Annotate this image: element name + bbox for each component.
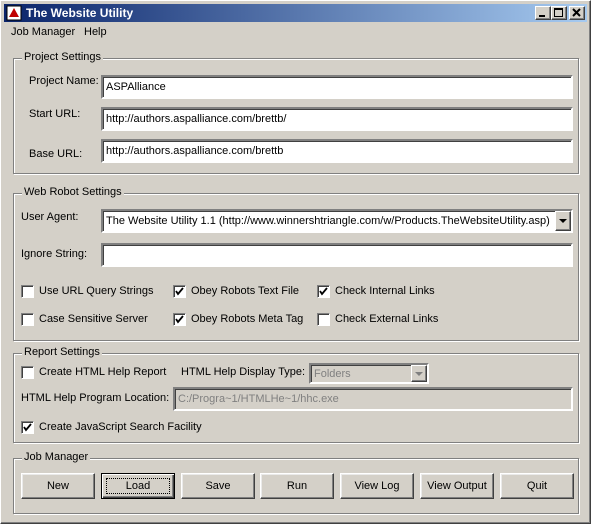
base-url-label: Base URL: bbox=[29, 148, 83, 160]
display-type-dropdown-button[interactable] bbox=[411, 365, 427, 382]
close-button[interactable] bbox=[569, 6, 585, 20]
load-button[interactable]: Load bbox=[101, 473, 175, 499]
project-settings-title: Project Settings bbox=[22, 51, 104, 63]
obey-robots-meta-tag-checkbox[interactable] bbox=[173, 313, 186, 326]
use-url-query-strings-label: Use URL Query Strings bbox=[39, 285, 154, 297]
view-output-button[interactable]: View Output bbox=[420, 473, 494, 499]
html-help-display-type-select[interactable]: Folders bbox=[309, 363, 429, 384]
view-output-button-label: View Output bbox=[427, 480, 487, 492]
create-html-help-report-checkbox[interactable] bbox=[21, 366, 34, 379]
load-button-label: Load bbox=[125, 480, 151, 492]
app-icon bbox=[6, 5, 22, 21]
checkmark-icon bbox=[319, 287, 328, 296]
view-log-button[interactable]: View Log bbox=[340, 473, 414, 499]
run-button-label: Run bbox=[286, 480, 308, 492]
html-help-display-type-label: HTML Help Display Type: bbox=[181, 366, 306, 378]
obey-robots-text-file-checkbox[interactable] bbox=[173, 285, 186, 298]
quit-button[interactable]: Quit bbox=[500, 473, 574, 499]
menu-help[interactable]: Help bbox=[84, 26, 107, 38]
maximize-icon bbox=[554, 8, 563, 17]
new-button[interactable]: New bbox=[21, 473, 95, 499]
base-url-input[interactable]: http://authors.aspalliance.com/brettb bbox=[101, 139, 573, 163]
report-settings-title: Report Settings bbox=[22, 346, 102, 358]
html-help-program-location-input[interactable]: C:/Progra~1/HTMLHe~1/hhc.exe bbox=[173, 387, 573, 411]
main-window: The Website Utility Job Manager Help Pro… bbox=[0, 0, 591, 524]
save-button[interactable]: Save bbox=[181, 473, 255, 499]
project-name-input[interactable]: ASPAlliance bbox=[101, 75, 573, 99]
start-url-input[interactable]: http://authors.aspalliance.com/brettb/ bbox=[101, 107, 573, 131]
window-title: The Website Utility bbox=[26, 6, 134, 20]
ignore-string-input[interactable] bbox=[101, 243, 573, 267]
quit-button-label: Quit bbox=[526, 480, 548, 492]
job-manager-title: Job Manager bbox=[22, 451, 91, 463]
ignore-string-label: Ignore String: bbox=[21, 248, 88, 260]
checkmark-icon bbox=[23, 423, 32, 432]
obey-robots-text-file-label: Obey Robots Text File bbox=[191, 285, 300, 297]
minimize-button[interactable] bbox=[535, 6, 551, 20]
check-internal-links-label: Check Internal Links bbox=[335, 285, 435, 297]
save-button-label: Save bbox=[205, 480, 231, 492]
run-button[interactable]: Run bbox=[260, 473, 334, 499]
user-agent-value: The Website Utility 1.1 (http://www.winn… bbox=[106, 215, 550, 227]
create-javascript-search-label: Create JavaScript Search Facility bbox=[39, 421, 202, 433]
close-icon bbox=[572, 8, 581, 17]
check-external-links-checkbox[interactable] bbox=[317, 313, 330, 326]
check-external-links-label: Check External Links bbox=[335, 313, 439, 325]
view-log-button-label: View Log bbox=[354, 480, 400, 492]
case-sensitive-server-checkbox[interactable] bbox=[21, 313, 34, 326]
project-name-label: Project Name: bbox=[29, 75, 99, 87]
maximize-button[interactable] bbox=[551, 6, 567, 20]
use-url-query-strings-checkbox[interactable] bbox=[21, 285, 34, 298]
create-javascript-search-checkbox[interactable] bbox=[21, 421, 34, 434]
check-internal-links-checkbox[interactable] bbox=[317, 285, 330, 298]
checkmark-icon bbox=[175, 315, 184, 324]
create-html-help-report-label: Create HTML Help Report bbox=[39, 366, 167, 378]
user-agent-label: User Agent: bbox=[21, 211, 79, 223]
chevron-down-icon bbox=[415, 372, 423, 376]
chevron-down-icon bbox=[559, 219, 567, 223]
title-bar[interactable]: The Website Utility bbox=[4, 4, 587, 22]
new-button-label: New bbox=[46, 480, 69, 492]
menu-bar: Job Manager Help bbox=[4, 23, 587, 41]
case-sensitive-server-label: Case Sensitive Server bbox=[39, 313, 148, 325]
user-agent-select[interactable]: The Website Utility 1.1 (http://www.winn… bbox=[101, 209, 573, 233]
start-url-label: Start URL: bbox=[29, 108, 81, 120]
html-help-display-type-value: Folders bbox=[314, 368, 351, 380]
checkmark-icon bbox=[175, 287, 184, 296]
minimize-icon bbox=[539, 15, 545, 17]
obey-robots-meta-tag-label: Obey Robots Meta Tag bbox=[191, 313, 304, 325]
html-help-program-location-label: HTML Help Program Location: bbox=[21, 392, 170, 404]
menu-job-manager[interactable]: Job Manager bbox=[11, 26, 75, 38]
user-agent-dropdown-button[interactable] bbox=[555, 211, 571, 231]
web-robot-settings-title: Web Robot Settings bbox=[22, 186, 124, 198]
